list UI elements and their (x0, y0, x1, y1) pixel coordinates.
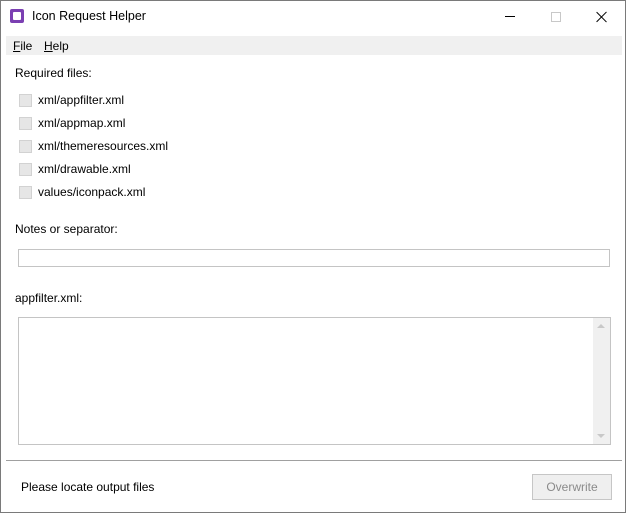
window-title: Icon Request Helper (32, 9, 146, 23)
checkbox-label: values/iconpack.xml (38, 185, 146, 199)
appfilter-label: appfilter.xml: (15, 291, 83, 305)
overwrite-button[interactable]: Overwrite (532, 474, 612, 500)
checkbox-iconpack[interactable]: values/iconpack.xml (19, 184, 145, 200)
app-window: Icon Request Helper File Help Required f… (0, 0, 626, 513)
checkbox-box[interactable] (19, 162, 32, 176)
title-bar[interactable]: Icon Request Helper (1, 1, 625, 32)
checkbox-label: xml/drawable.xml (38, 162, 131, 176)
minimize-button[interactable] (487, 1, 533, 32)
maximize-icon (551, 11, 561, 22)
footer-separator (6, 460, 622, 461)
menu-help-mnemonic: H (44, 39, 53, 53)
maximize-button[interactable] (533, 1, 579, 32)
checkbox-themeresources[interactable]: xml/themeresources.xml (19, 138, 168, 154)
menu-file-label: ile (20, 39, 33, 53)
checkbox-box[interactable] (19, 185, 32, 199)
appfilter-textarea[interactable] (18, 317, 611, 445)
checkbox-label: xml/themeresources.xml (38, 139, 169, 153)
checkbox-appmap[interactable]: xml/appmap.xml (19, 115, 125, 131)
scroll-down-icon[interactable] (597, 434, 605, 438)
checkbox-box[interactable] (19, 93, 32, 107)
checkbox-label: xml/appmap.xml (38, 116, 126, 130)
minimize-icon (505, 16, 515, 17)
checkbox-label: xml/appfilter.xml (38, 93, 125, 107)
checkbox-appfilter[interactable]: xml/appfilter.xml (19, 92, 124, 108)
textarea-scrollbar[interactable] (593, 318, 610, 444)
menu-file[interactable]: File (13, 39, 32, 53)
checkbox-box[interactable] (19, 116, 32, 130)
notes-input[interactable] (18, 249, 610, 267)
notes-label: Notes or separator: (15, 222, 118, 236)
menu-help[interactable]: Help (44, 39, 69, 53)
menu-bar: File Help (6, 36, 622, 55)
required-files-label: Required files: (15, 66, 92, 80)
close-button[interactable] (579, 1, 625, 32)
scroll-up-icon[interactable] (597, 324, 605, 328)
checkbox-drawable[interactable]: xml/drawable.xml (19, 161, 131, 177)
app-icon (10, 9, 24, 23)
checkbox-box[interactable] (19, 139, 32, 153)
menu-help-label: elp (52, 39, 69, 53)
close-icon (596, 11, 608, 23)
status-text: Please locate output files (21, 480, 155, 494)
